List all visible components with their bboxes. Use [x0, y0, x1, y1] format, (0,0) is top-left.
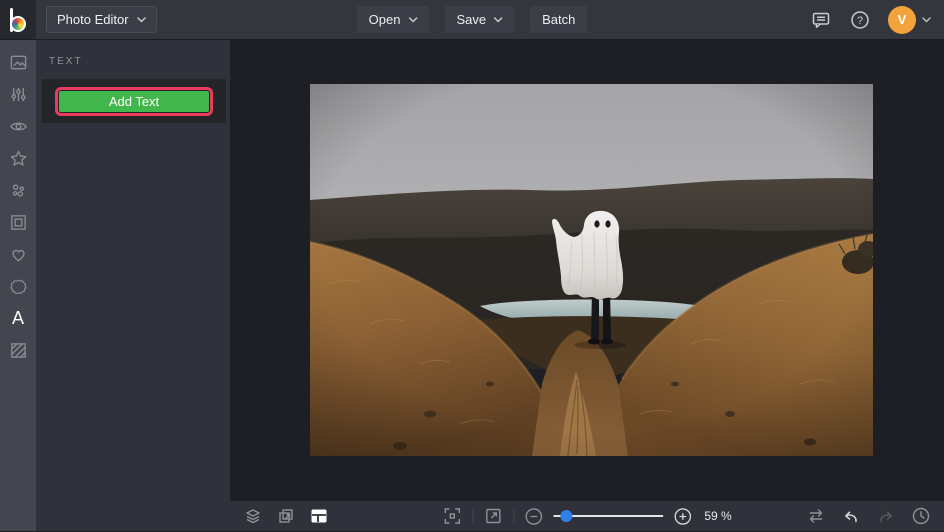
sidebar-item-frames[interactable]: [0, 206, 36, 238]
expand-icon[interactable]: [483, 506, 503, 526]
mode-menu-button[interactable]: Photo Editor: [46, 6, 157, 33]
sidebar-item-edit[interactable]: [0, 46, 36, 78]
splatter-icon: [9, 181, 28, 200]
texture-icon: [9, 341, 28, 360]
sidebar-item-artsy[interactable]: [0, 142, 36, 174]
adjustments-icon: [9, 85, 28, 104]
frame-icon: [9, 213, 28, 232]
sidebar-item-overlays[interactable]: [0, 270, 36, 302]
layers-icon[interactable]: [243, 506, 263, 526]
batch-button[interactable]: Batch: [530, 6, 587, 33]
text-panel: TEXT Add Text: [36, 40, 230, 531]
add-text-button[interactable]: Add Text: [59, 91, 209, 112]
zoom-slider[interactable]: [553, 509, 663, 523]
photo-icon: [9, 53, 28, 72]
bottom-toolbar: 59 %: [230, 501, 944, 531]
canvas-image[interactable]: [310, 84, 873, 456]
main-area: A TEXT Add Text: [0, 40, 944, 531]
undo-icon[interactable]: [841, 506, 861, 526]
avatar: V: [888, 6, 916, 34]
save-button[interactable]: Save: [444, 6, 515, 33]
zoom-out-button[interactable]: [524, 507, 543, 526]
chevron-down-icon: [494, 17, 503, 23]
tool-sidebar: A: [0, 40, 36, 531]
mode-menu-label: Photo Editor: [57, 12, 129, 27]
canvas-area: 59 %: [230, 40, 944, 531]
divider: [513, 508, 514, 524]
toolbar-center: 59 %: [442, 506, 731, 526]
zoom-percent: 59 %: [704, 509, 731, 523]
eye-icon: [9, 117, 28, 136]
open-label: Open: [369, 12, 401, 27]
top-bar: Photo Editor Open Save Batch ?: [0, 0, 944, 40]
sidebar-item-adjust[interactable]: [0, 78, 36, 110]
add-text-block: Add Text: [42, 79, 226, 123]
history-icon[interactable]: [911, 506, 931, 526]
save-label: Save: [456, 12, 486, 27]
sidebar-item-touchup[interactable]: [0, 174, 36, 206]
badge-icon: [9, 277, 28, 296]
redo-icon[interactable]: [876, 506, 896, 526]
open-button[interactable]: Open: [357, 6, 430, 33]
file-actions: Open Save Batch: [357, 0, 588, 39]
image-manager-icon[interactable]: [309, 506, 329, 526]
app-logo[interactable]: [0, 0, 36, 39]
heart-icon: [9, 245, 28, 264]
svg-text:?: ?: [857, 14, 863, 26]
star-icon: [9, 149, 28, 168]
ghost-photo: [310, 84, 873, 456]
topbar-right: ? V: [810, 6, 944, 34]
befunky-logo-icon: [10, 8, 27, 32]
sidebar-item-favorites[interactable]: [0, 238, 36, 270]
sidebar-item-effects[interactable]: [0, 110, 36, 142]
feedback-chat-icon[interactable]: [810, 9, 832, 31]
help-icon[interactable]: ?: [849, 9, 871, 31]
zoom-in-button[interactable]: [673, 507, 692, 526]
divider: [472, 508, 473, 524]
sidebar-item-text[interactable]: A: [0, 302, 36, 334]
chevron-down-icon: [137, 17, 146, 23]
zoom-slider-handle[interactable]: [561, 510, 573, 522]
compare-icon[interactable]: [806, 506, 826, 526]
fit-screen-icon[interactable]: [442, 506, 462, 526]
toolbar-right: [806, 506, 944, 526]
panel-title: TEXT: [36, 40, 230, 67]
batch-label: Batch: [542, 12, 575, 27]
toolbar-left: [230, 506, 329, 526]
sidebar-item-textures[interactable]: [0, 334, 36, 366]
account-menu[interactable]: V: [888, 6, 931, 34]
chevron-down-icon: [408, 17, 417, 23]
transform-icon[interactable]: [276, 506, 296, 526]
letter-a-icon: A: [12, 309, 24, 327]
chevron-down-icon: [922, 17, 931, 23]
